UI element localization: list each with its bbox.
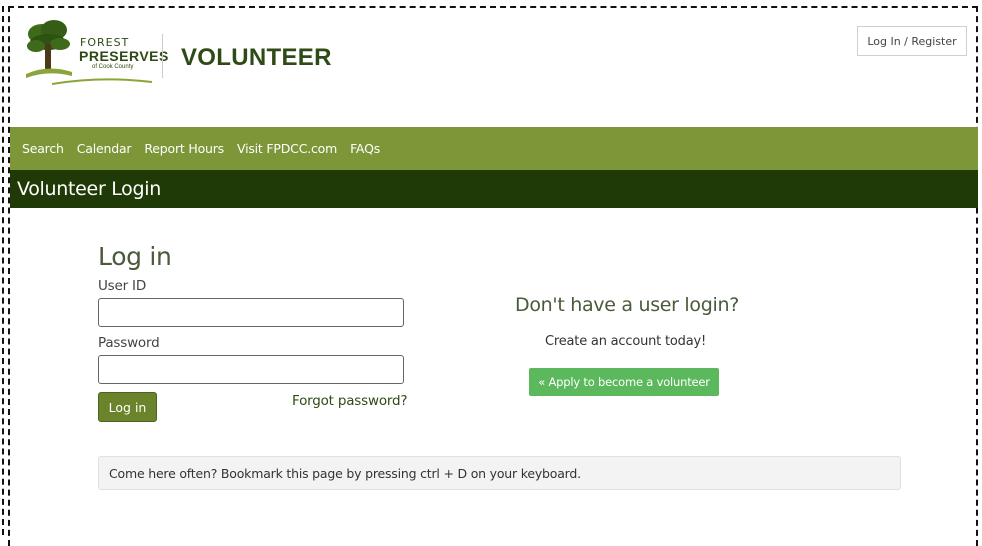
password-label: Password [98, 335, 160, 351]
signup-heading: Don't have a user login? [515, 294, 740, 316]
logo-text-county: of Cook County [92, 64, 134, 70]
nav-item-faqs[interactable]: FAQs [350, 141, 380, 156]
tree-icon [26, 20, 72, 78]
page-title: Volunteer Login [17, 178, 161, 200]
forgot-password-link[interactable]: Forgot password? [292, 393, 408, 409]
page-title-bar: Volunteer Login [10, 170, 978, 208]
site-header: FOREST PRESERVES of Cook County VOLUNTEE… [10, 8, 978, 127]
password-input[interactable] [98, 355, 404, 384]
nav-item-report-hours[interactable]: Report Hours [144, 141, 224, 156]
login-submit-button[interactable]: Log in [98, 392, 157, 422]
nav-item-search[interactable]: Search [22, 141, 64, 156]
apply-volunteer-button[interactable]: « Apply to become a volunteer [529, 368, 719, 396]
forest-preserves-logo[interactable]: FOREST PRESERVES of Cook County [24, 16, 168, 86]
logo-text-preserves: PRESERVES [79, 48, 169, 64]
logo-divider [162, 34, 163, 78]
login-heading: Log in [98, 242, 172, 271]
nav-item-visit-fpdcc[interactable]: Visit FPDCC.com [237, 141, 337, 156]
signup-subtitle: Create an account today! [545, 334, 706, 349]
frame-left-border [2, 6, 4, 535]
bookmark-tip: Come here often? Bookmark this page by p… [98, 456, 901, 490]
main-nav: Search Calendar Report Hours Visit FPDCC… [10, 127, 978, 170]
user-id-label: User ID [98, 278, 147, 294]
nav-item-calendar[interactable]: Calendar [77, 141, 132, 156]
logo-swoosh [52, 78, 152, 85]
login-register-button[interactable]: Log In / Register [857, 26, 967, 56]
user-id-input[interactable] [98, 298, 404, 327]
brand-title[interactable]: VOLUNTEER [181, 44, 332, 72]
